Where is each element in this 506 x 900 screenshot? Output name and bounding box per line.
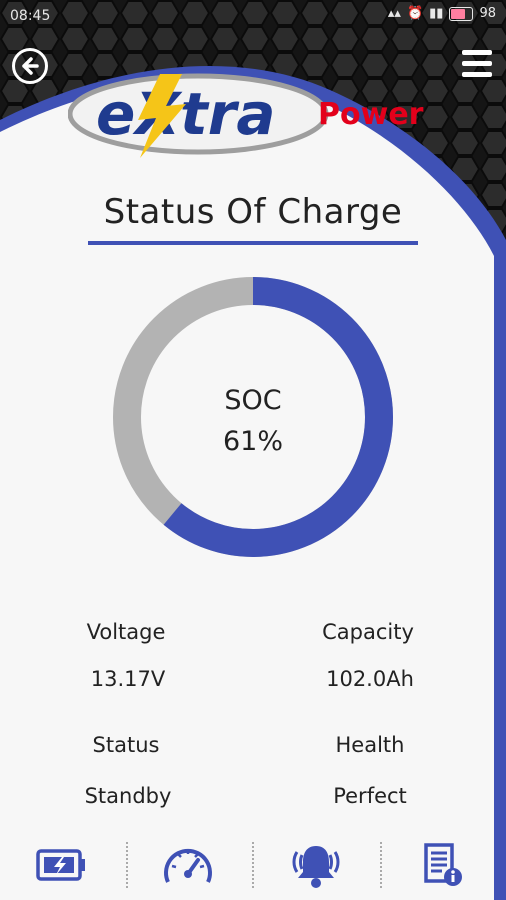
page-title: Status Of Charge (103, 192, 403, 232)
arrow-left-icon (22, 57, 39, 75)
health-label: Health (335, 733, 405, 757)
gauge-value: 61% (222, 426, 283, 457)
nav-separator (126, 842, 128, 888)
logo-text-power: Power (318, 97, 424, 132)
battery-icon (36, 849, 85, 881)
gauge-center-text: SOC 61% (113, 380, 393, 462)
nav-battery-button[interactable] (32, 840, 92, 890)
nav-speedometer-button[interactable] (158, 840, 218, 890)
voltage-label: Voltage (86, 620, 166, 644)
status-value: Standby (84, 784, 172, 808)
hamburger-line-icon (462, 72, 492, 77)
alarm-icon: ⏰ (406, 6, 424, 21)
signal-icon: ▴▴ (387, 6, 401, 21)
bottom-nav (0, 828, 506, 900)
voltage-value: 13.17V (90, 667, 166, 691)
nav-alarm-button[interactable] (286, 840, 346, 890)
info-document-icon (424, 843, 462, 886)
hamburger-line-icon (462, 50, 492, 55)
title-underline (88, 241, 418, 245)
gauge-label: SOC (224, 385, 282, 416)
wifi-icon: ▮▮ (429, 6, 444, 21)
battery-level: 98 (479, 6, 496, 21)
menu-button[interactable] (462, 50, 492, 82)
status-time: 08:45 (10, 8, 51, 24)
extra-power-logo: eXtra Power (68, 73, 424, 158)
status-bar: 08:45 ▴▴ ⏰ ▮▮ 98 (0, 0, 506, 32)
nav-separator (380, 842, 382, 888)
speedometer-icon (164, 848, 212, 883)
logo-text-extra: eXtra (96, 80, 276, 148)
bell-icon (292, 846, 340, 888)
nav-separator (252, 842, 254, 888)
capacity-value: 102.0Ah (326, 667, 414, 691)
status-icons: ▴▴ ⏰ ▮▮ 98 (388, 6, 496, 21)
status-label: Status (92, 733, 160, 757)
battery-status-icon (449, 6, 474, 21)
back-button[interactable] (12, 48, 48, 84)
nav-info-button[interactable] (412, 840, 472, 890)
hamburger-line-icon (462, 61, 492, 66)
health-value: Perfect (333, 784, 407, 808)
capacity-label: Capacity (322, 620, 414, 644)
